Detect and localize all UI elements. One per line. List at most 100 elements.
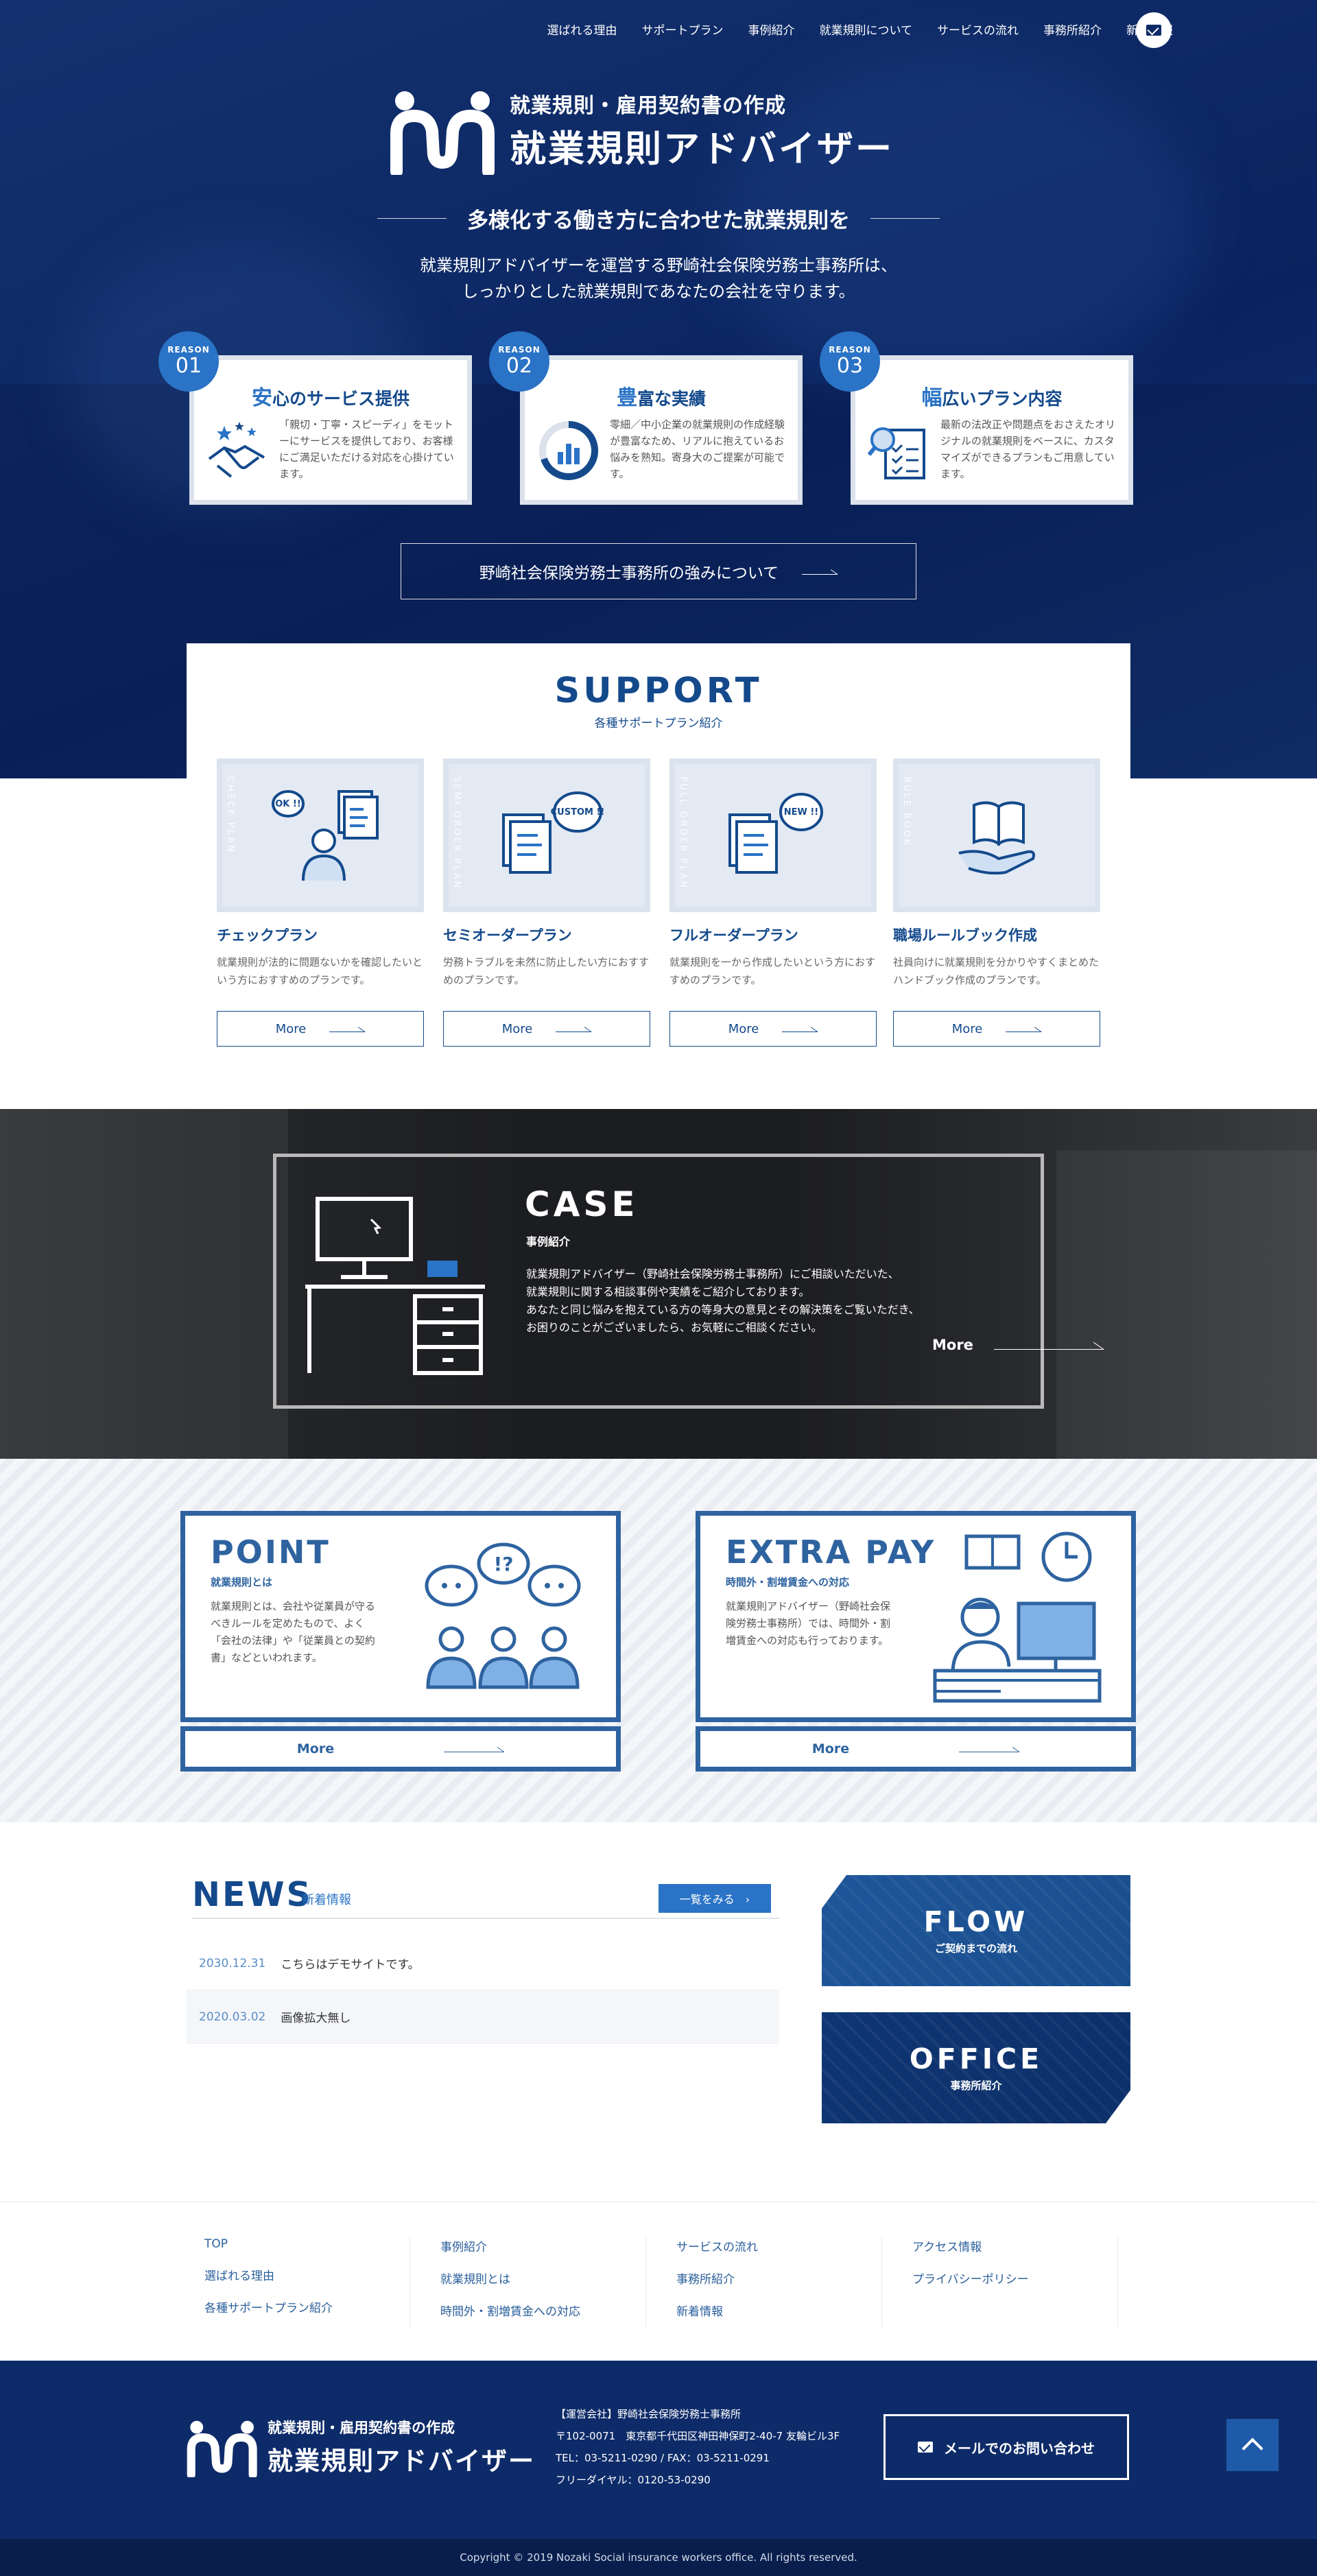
plan-name: セミオーダープラン (443, 927, 572, 944)
plan-card-semi-order: SEMI ORDER PLAN CUSTOM !! セミオーダープラン 労務トラ… (443, 759, 650, 1047)
case-more-button[interactable]: More (932, 1337, 1104, 1353)
logo-title: 就業規則アドバイザー (510, 128, 894, 170)
book-in-hand-icon (958, 801, 1035, 875)
news-item[interactable]: 2020.03.02 画像拡大無し (187, 1990, 779, 2044)
office-subtitle: 事務所紹介 (950, 2079, 1002, 2092)
reason-title-initial: 安 (251, 386, 272, 410)
footer-link-news[interactable]: 新着情報 (676, 2302, 881, 2319)
arrow-right-icon (959, 1745, 1020, 1752)
news-date: 2020.03.02 (199, 2009, 266, 2024)
footer-link-column: TOP 選ばれる理由 各種サポートプラン紹介 (204, 2237, 410, 2326)
nav-item-case[interactable]: 事例紹介 (748, 21, 795, 38)
footer-logo[interactable]: 就業規則・雇用契約書の作成 就業規則アドバイザー (187, 2417, 535, 2477)
desk-computer-icon (305, 1197, 485, 1375)
company-phone: TEL：03-5211-0290 / FAX：03-5211-0291 (556, 2452, 770, 2464)
footer-link-privacy[interactable]: プライバシーポリシー (912, 2269, 1117, 2287)
plan-image: RULE BOOK (893, 759, 1100, 912)
divider (192, 1918, 779, 1919)
point-more-button[interactable]: More (180, 1726, 621, 1772)
extra-pay-card[interactable]: EXTRA PAY 時間外・割増賃金への対応 就業規則アドバイザー（野崎社会保険… (696, 1511, 1136, 1722)
copyright: Copyright © 2019 Nozaki Social insurance… (0, 2539, 1317, 2576)
plan-vertical-label: FULL ORDER PLAN (678, 776, 688, 890)
bubble-text: OK !! (275, 799, 301, 809)
divider (377, 218, 447, 219)
nav-item-office[interactable]: 事務所紹介 (1043, 21, 1102, 38)
logo-mark-icon (187, 2420, 257, 2477)
footer-logo-subtitle: 就業規則・雇用契約書の作成 (268, 2420, 455, 2436)
footer-link-flow[interactable]: サービスの流れ (676, 2237, 881, 2254)
footer-link-point[interactable]: 就業規則とは (440, 2269, 645, 2287)
reason-badge-number: 02 (506, 354, 533, 378)
site-logo[interactable]: 就業規則・雇用契約書の作成 就業規則アドバイザー (390, 86, 894, 175)
svg-text:!?: !? (493, 1553, 513, 1575)
news-item[interactable]: 2030.12.31 こちらはデモサイトです。 (187, 1937, 779, 1990)
page-top-button[interactable] (1226, 2419, 1279, 2471)
reason-card-01: REASON 01 安心のサービス提供 「親切・丁寧・スピーディ」をモットーにサ… (158, 331, 472, 505)
mail-contact-button[interactable]: メールでのお問い合わせ (883, 2414, 1129, 2480)
hero-intro: 就業規則アドバイザーを運営する野崎社会保険労務士事務所は、 しっかりとした就業規… (0, 252, 1317, 305)
case-text-line: 就業規則アドバイザー（野崎社会保険労務士事務所）にご相談いただいた、 (526, 1267, 899, 1280)
reason-badge-label: REASON (829, 345, 871, 355)
plan-description: 就業規則を一から作成したいという方におすすめのプランです。 (669, 956, 876, 986)
plan-card-check: CHECK PLAN OK !! チェックプラン 就業規則が法的に問題ないかを確… (217, 759, 424, 1047)
news-item-title: 画像拡大無し (281, 2012, 351, 2025)
plan-more-button[interactable]: More (217, 1011, 424, 1047)
footer-link-column: アクセス情報 プライバシーポリシー (912, 2237, 1118, 2326)
point-card[interactable]: POINT 就業規則とは 就業規則とは、会社や従業員が守るべきルールを定めたもの… (180, 1511, 621, 1722)
footer-link-case[interactable]: 事例紹介 (440, 2237, 645, 2254)
footer-link-office[interactable]: 事務所紹介 (676, 2269, 881, 2287)
support-subtitle: 各種サポートプラン紹介 (594, 717, 723, 730)
nav-mail-button[interactable] (1136, 12, 1172, 48)
footer-link-reasons[interactable]: 選ばれる理由 (204, 2266, 410, 2283)
arrow-right-icon (993, 1340, 1104, 1350)
point-title: POINT (211, 1534, 331, 1571)
case-title: CASE (525, 1184, 639, 1224)
document-custom-icon: CUSTOM !! (502, 791, 605, 874)
more-label: More (932, 1337, 973, 1353)
news-date: 2030.12.31 (199, 1956, 266, 1970)
footer-link-support[interactable]: 各種サポートプラン紹介 (204, 2298, 410, 2315)
plan-description: 労務トラブルを未然に防止したい方におすすめのプランです。 (443, 956, 650, 986)
plan-more-button[interactable]: More (669, 1011, 877, 1047)
mail-icon (1146, 25, 1161, 36)
news-subtitle: 新着情報 (302, 1893, 351, 1907)
flow-link-button[interactable]: FLOW ご契約までの流れ (822, 1875, 1130, 1986)
office-link-button[interactable]: OFFICE 事務所紹介 (822, 2012, 1130, 2123)
extra-pay-more-button[interactable]: More (696, 1726, 1136, 1772)
hero-tagline: 多様化する働き方に合わせた就業規則を (357, 203, 960, 234)
reason-badge-label: REASON (498, 345, 541, 355)
nav-item-flow[interactable]: サービスの流れ (937, 21, 1019, 38)
reason-title: 幅広いプラン内容 (855, 381, 1128, 411)
hero-intro-line: 就業規則アドバイザーを運営する野崎社会保険労務士事務所は、 (420, 256, 897, 275)
reason-title-initial: 豊 (616, 386, 637, 410)
case-frame[interactable]: CASE 事例紹介 就業規則アドバイザー（野崎社会保険労務士事務所）にご相談いた… (273, 1154, 1104, 1409)
logo-mark-icon (390, 91, 495, 175)
footer-link-access[interactable]: アクセス情報 (912, 2237, 1117, 2254)
footer-link-extra-pay[interactable]: 時間外・割増賃金への対応 (440, 2302, 645, 2319)
strength-link-button[interactable]: 野崎社会保険労務士事務所の強みについて (401, 543, 916, 599)
checklist-icon (867, 427, 925, 479)
extra-pay-text: 就業規則アドバイザー（野崎社会保険労務士事務所）では、時間外・割増賃金への対応も… (726, 1600, 891, 1647)
hero-tagline-text: 多様化する働き方に合わせた就業規則を (467, 208, 850, 233)
arrow-right-icon (329, 1025, 366, 1032)
company-name: 【運営会社】野崎社会保険労務士事務所 (556, 2408, 741, 2420)
more-label: More (951, 1021, 983, 1036)
nav-item-reasons[interactable]: 選ばれる理由 (547, 21, 617, 38)
news-all-button[interactable]: 一覧をみる › (658, 1884, 771, 1913)
plan-more-button[interactable]: More (893, 1011, 1100, 1047)
arrow-right-icon (556, 1025, 592, 1032)
plan-more-button[interactable]: More (443, 1011, 650, 1047)
more-label: More (501, 1021, 533, 1036)
reason-title: 豊富な実績 (525, 381, 798, 411)
chart-icon (539, 421, 599, 480)
nav-item-support[interactable]: サポートプラン (642, 21, 724, 38)
nav-item-about-rules[interactable]: 就業規則について (820, 21, 913, 38)
footer-link-top[interactable]: TOP (204, 2237, 410, 2251)
plan-name: フルオーダープラン (669, 927, 798, 944)
plan-vertical-label: SEMI ORDER PLAN (451, 776, 462, 890)
plan-description: 就業規則が法的に問題ないかを確認したいという方におすすめのプランです。 (217, 956, 423, 986)
case-section: CASE 事例紹介 就業規則アドバイザー（野崎社会保険労務士事務所）にご相談いた… (0, 1109, 1317, 1459)
bubble-text: CUSTOM !! (551, 807, 605, 818)
reason-badge-number: 01 (175, 354, 202, 378)
news-title: NEWS (192, 1875, 313, 1914)
